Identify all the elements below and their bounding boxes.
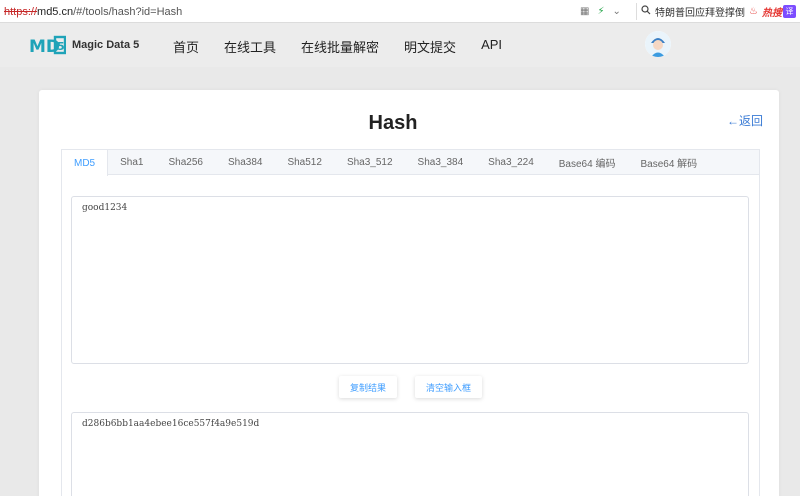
tab-sha3-384[interactable]: Sha3_384 — [406, 150, 477, 174]
tab-sha256[interactable]: Sha256 — [156, 150, 215, 174]
hash-card: Hash ←返回 MD5 Sha1 Sha256 Sha384 Sha512 S… — [39, 90, 779, 496]
page-title: Hash — [368, 112, 418, 134]
hash-input[interactable]: good1234 — [71, 196, 749, 364]
address-bar[interactable]: https:// md5.cn /#/tools/hash?id=Hash — [0, 0, 636, 23]
tab-base64-encode[interactable]: Base64 编码 — [547, 150, 629, 174]
lightning-icon[interactable]: ⚡ — [597, 4, 604, 19]
site-header: MD 5 Magic Data 5 首页 在线工具 在线批量解密 明文提交 AP… — [0, 23, 800, 67]
browser-search-box[interactable]: 特朗普回应拜登撑倒 ♨ 热搜 — [641, 0, 782, 23]
clear-input-button[interactable]: 清空输入框 — [415, 376, 483, 398]
hash-result[interactable]: d286b6bb1aa4ebee16ce557f4a9e519d — [71, 412, 749, 496]
tab-sha3-224[interactable]: Sha3_224 — [476, 150, 547, 174]
nav-api[interactable]: API — [481, 37, 502, 56]
nav-online-tools[interactable]: 在线工具 — [224, 37, 276, 56]
logo-text: Magic Data 5 — [72, 39, 140, 51]
md5-logo-icon: MD 5 — [29, 35, 66, 56]
url-path: /#/tools/hash?id=Hash — [73, 5, 183, 18]
tab-sha384[interactable]: Sha384 — [216, 150, 275, 174]
back-link[interactable]: ←返回 — [727, 112, 763, 129]
chevron-down-icon[interactable]: ⌄ — [612, 4, 620, 19]
avatar-icon — [645, 31, 671, 57]
main-nav: 首页 在线工具 在线批量解密 明文提交 API — [173, 37, 527, 56]
tab-sha512[interactable]: Sha512 — [275, 150, 334, 174]
divider — [636, 3, 637, 20]
nav-batch-decrypt[interactable]: 在线批量解密 — [301, 37, 379, 56]
user-avatar[interactable] — [645, 31, 671, 57]
tab-md5[interactable]: MD5 — [62, 150, 109, 176]
action-buttons: 复制结果 清空输入框 — [62, 376, 759, 398]
url-scheme: https:// — [4, 5, 38, 18]
nav-submit-plaintext[interactable]: 明文提交 — [404, 37, 456, 56]
copy-result-button[interactable]: 复制结果 — [338, 376, 397, 398]
search-suggestion[interactable]: 特朗普回应拜登撑倒 — [655, 4, 745, 19]
svg-text:5: 5 — [57, 40, 65, 53]
nav-home[interactable]: 首页 — [173, 37, 199, 56]
tab-sha3-512[interactable]: Sha3_512 — [335, 150, 406, 174]
tab-base64-decode[interactable]: Base64 解码 — [628, 150, 710, 174]
grid-icon[interactable]: ▦ — [580, 4, 589, 19]
translate-button[interactable]: 译 — [783, 5, 796, 18]
hash-tabs: MD5 Sha1 Sha256 Sha384 Sha512 Sha3_512 S… — [61, 149, 760, 496]
fire-icon: ♨ — [749, 6, 758, 17]
search-icon — [641, 5, 651, 18]
tab-bar: MD5 Sha1 Sha256 Sha384 Sha512 Sha3_512 S… — [62, 150, 759, 176]
tab-sha1[interactable]: Sha1 — [108, 150, 156, 174]
site-logo[interactable]: MD 5 Magic Data 5 — [28, 34, 139, 56]
hot-label: 热搜 — [761, 8, 782, 19]
browser-toolbar: https:// md5.cn /#/tools/hash?id=Hash ▦ … — [0, 0, 800, 23]
url-domain: md5.cn — [37, 5, 74, 18]
